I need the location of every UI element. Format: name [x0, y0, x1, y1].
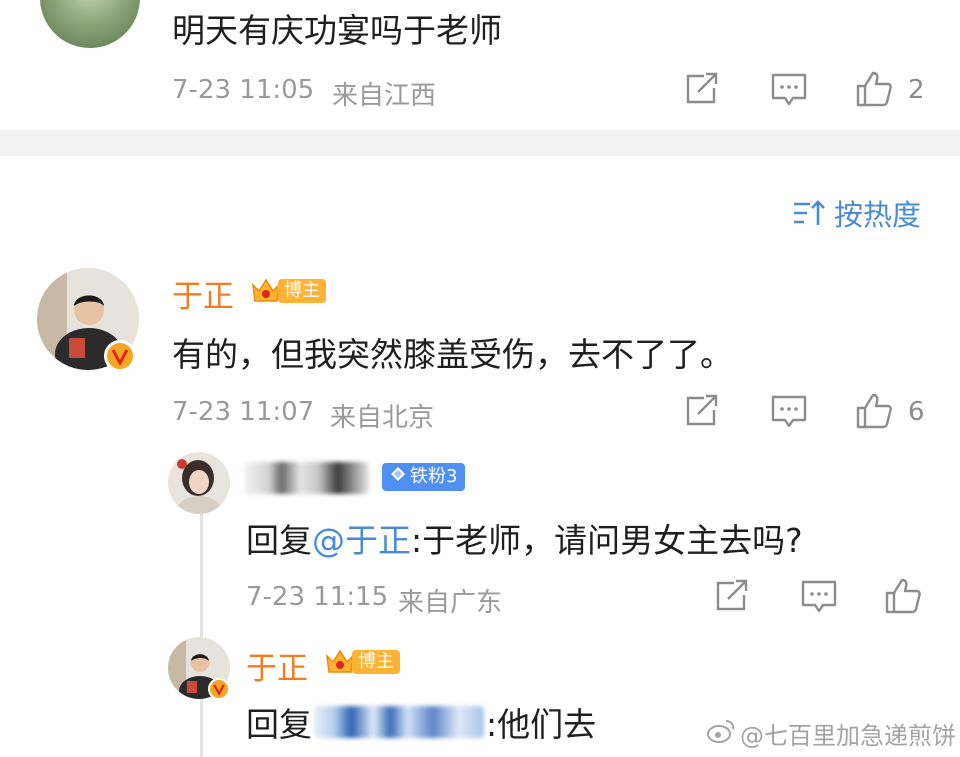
watermark-text: @七百里加急递煎饼 — [740, 722, 956, 750]
author-name[interactable]: 于正 — [246, 643, 308, 688]
share-icon[interactable] — [684, 72, 720, 106]
sort-by-hot-button[interactable]: 按热度 — [792, 192, 921, 234]
like-count: 2 — [908, 75, 925, 105]
comment-location: 来自北京 — [330, 403, 435, 433]
reply-prefix: 回复 — [246, 521, 312, 560]
mention-link[interactable]: @于正 — [312, 521, 411, 560]
comment-text: 有的，但我突然膝盖受伤，去不了了。 — [172, 335, 733, 374]
mention-link-blurred[interactable] — [314, 706, 484, 738]
comment-text: 明天有庆功宴吗于老师 — [172, 11, 502, 50]
share-icon[interactable] — [684, 394, 720, 428]
diamond-icon — [390, 463, 406, 491]
comment-icon[interactable] — [800, 579, 838, 615]
author-name-blurred[interactable] — [244, 462, 369, 494]
verified-badge-icon — [208, 678, 230, 700]
fan-badge: 铁粉3 — [382, 463, 466, 491]
section-separator — [0, 130, 960, 156]
comment-time: 7-23 11:05 — [172, 75, 315, 105]
reply-location: 来自广东 — [398, 588, 503, 618]
avatar-top-commenter[interactable] — [40, 0, 140, 48]
badge-label: 博主 — [352, 650, 400, 674]
reply-body: :于老师，请问男女主去吗? — [411, 521, 803, 560]
sort-label: 按热度 — [834, 198, 922, 232]
reply-text: 回复 :他们去 — [246, 698, 596, 746]
share-icon[interactable] — [714, 579, 750, 613]
author-name[interactable]: 于正 — [172, 271, 234, 316]
watermark: @七百里加急递煎饼 — [706, 716, 956, 751]
badge-label: 博主 — [278, 279, 326, 303]
reply-time: 7-23 11:15 — [246, 582, 389, 612]
comment-location: 来自江西 — [332, 81, 437, 111]
weibo-logo-icon — [706, 718, 736, 750]
like-count: 6 — [908, 397, 925, 427]
comment-time: 7-23 11:07 — [172, 397, 315, 427]
like-icon[interactable] — [855, 392, 893, 430]
reply-thread-line — [200, 510, 203, 757]
verified-badge-icon — [104, 340, 136, 372]
blogger-badge: 博主 — [250, 277, 326, 305]
sort-icon — [792, 198, 826, 228]
comment-icon[interactable] — [770, 394, 808, 430]
like-icon[interactable] — [884, 577, 922, 615]
like-icon[interactable] — [855, 70, 893, 108]
avatar-replier[interactable] — [168, 452, 230, 514]
blogger-badge: 博主 — [324, 648, 400, 676]
reply-body: :他们去 — [486, 705, 597, 744]
comment-icon[interactable] — [770, 72, 808, 108]
reply-prefix: 回复 — [246, 705, 312, 744]
reply-text: 回复@于正:于老师，请问男女主去吗? — [246, 514, 803, 562]
fan-badge-label: 铁粉3 — [410, 466, 458, 487]
